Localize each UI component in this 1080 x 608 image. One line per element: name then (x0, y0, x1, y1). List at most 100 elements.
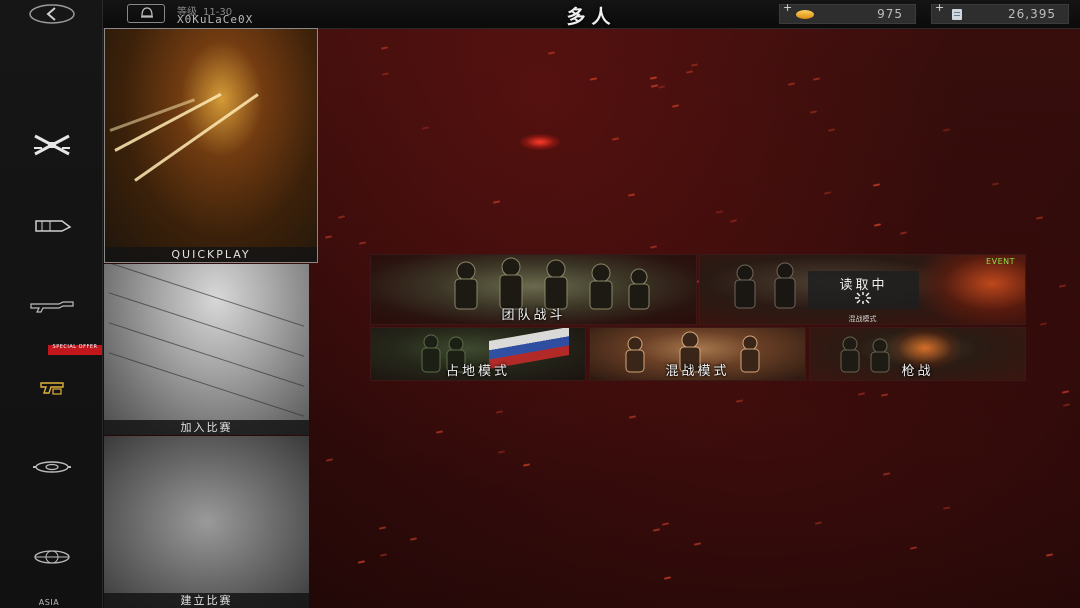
ember-particle (650, 84, 658, 88)
ember-particle (378, 526, 387, 530)
domination-label: 占地模式 (445, 364, 510, 379)
ember-particle (325, 235, 333, 240)
ember-particle (910, 546, 918, 550)
ember-particle (663, 575, 671, 580)
ember-particle (942, 506, 951, 510)
gold-currency[interactable]: + 975 (779, 1, 916, 24)
top-bar: 等级 11-30 X0KuLaCe0X 多人 + 975 + 26,395 (103, 0, 1080, 29)
join-match-tile[interactable]: 加入比赛 (104, 264, 309, 435)
ember-particle (823, 191, 832, 195)
join-match-label: 加入比赛 (104, 420, 309, 435)
fence-line (108, 292, 305, 357)
plus-icon: + (935, 1, 945, 14)
credits-card-icon (952, 9, 962, 20)
nav-weapons[interactable] (0, 296, 103, 316)
ember-particle (1059, 283, 1067, 288)
gun-shop-icon (39, 382, 64, 395)
domination-tile[interactable]: 占地模式 (370, 327, 586, 381)
ember-particle (649, 245, 657, 249)
ember-particle (629, 415, 637, 420)
ember-particle (492, 200, 500, 204)
credits-value: 26,395 (1008, 7, 1056, 21)
create-match-tile[interactable]: 建立比赛 (104, 436, 309, 608)
back-arrow-icon (28, 4, 75, 24)
ember-particle (497, 450, 505, 454)
gunfight-tile[interactable]: 枪战 (809, 327, 1026, 381)
special-offer-badge[interactable]: SPECIAL OFFER (48, 345, 102, 355)
gunfight-label: 枪战 (901, 364, 934, 379)
ember-particle (942, 128, 951, 133)
ember-particle (435, 430, 443, 434)
ember-particle (736, 399, 744, 403)
ember-particle (662, 522, 670, 527)
ember-particle (693, 541, 702, 546)
free-for-all-tile[interactable]: 混战模式 (589, 327, 806, 381)
ember-particle (1046, 553, 1054, 557)
nav-region[interactable] (0, 548, 103, 566)
globe-icon (33, 550, 70, 564)
ember-particle (872, 183, 881, 188)
ember-particle (880, 392, 888, 397)
ember-particle (992, 182, 1000, 186)
ember-particle (337, 215, 346, 219)
credits-currency[interactable]: + 26,395 (931, 1, 1069, 24)
ember-particle (899, 231, 907, 235)
gold-value: 975 (877, 7, 903, 21)
team-deathmatch-tile[interactable]: 团队战斗 (370, 254, 697, 325)
create-match-label: 建立比赛 (104, 593, 309, 608)
ember-particle (422, 126, 430, 130)
ember-glow (520, 134, 560, 150)
ember-particle (787, 82, 796, 87)
ember-particle (857, 392, 865, 396)
ember-particle (627, 193, 636, 197)
ember-particle (1062, 403, 1070, 407)
ember-particle (357, 560, 365, 564)
ember-particle (812, 77, 821, 81)
ember-particle (410, 537, 418, 542)
fence-line (108, 322, 305, 387)
crossed-rifles-icon (33, 134, 70, 156)
rifle-icon (29, 301, 74, 313)
gold-coin-icon (796, 10, 814, 19)
nav-multiplayer[interactable] (0, 130, 103, 160)
fence-line (108, 352, 305, 417)
ember-particle (326, 457, 334, 462)
ember-particle (611, 137, 619, 141)
ember-particle (657, 84, 665, 89)
ember-particle (882, 472, 891, 476)
ember-particle (379, 552, 387, 557)
ember-particle (874, 223, 882, 227)
ember-particle (358, 240, 366, 245)
nav-settings[interactable] (0, 458, 103, 476)
back-button[interactable] (0, 2, 103, 26)
game-mode-grid: 团队战斗 EVENT 读取中 混战模式 占地模式 混战模式 枪战 (370, 254, 1026, 381)
ember-particle (589, 77, 597, 81)
ember-particle (652, 528, 661, 532)
event-mode-tile[interactable]: EVENT 读取中 混战模式 (699, 254, 1026, 325)
quickplay-tile[interactable]: QUICKPLAY (104, 28, 318, 263)
ember-particle (522, 463, 530, 468)
ember-particle (1039, 322, 1047, 326)
ember-particle (382, 72, 390, 76)
ember-particle (1062, 389, 1070, 394)
ember-particle (690, 63, 698, 67)
ammo-box-icon (34, 220, 71, 232)
ember-particle (730, 219, 738, 223)
ember-particle (671, 104, 679, 108)
ember-particle (686, 70, 694, 74)
loading-spinner-icon (855, 292, 871, 304)
region-label[interactable]: ASIA (0, 598, 98, 607)
free-for-all-label: 混战模式 (665, 364, 730, 379)
ember-particle (815, 521, 823, 525)
quickplay-label: QUICKPLAY (105, 247, 317, 262)
team-deathmatch-label: 团队战斗 (501, 308, 566, 323)
nav-armory[interactable] (0, 216, 103, 236)
event-badge: EVENT (986, 257, 1015, 266)
ember-particle (1036, 216, 1044, 220)
ember-particle (650, 76, 658, 80)
ember-particle (809, 110, 817, 114)
ember-particle (496, 410, 504, 415)
nav-rail: SPECIAL OFFER ASIA (0, 0, 103, 608)
nav-store[interactable] (0, 378, 103, 398)
loading-indicator: 读取中 (808, 271, 919, 309)
